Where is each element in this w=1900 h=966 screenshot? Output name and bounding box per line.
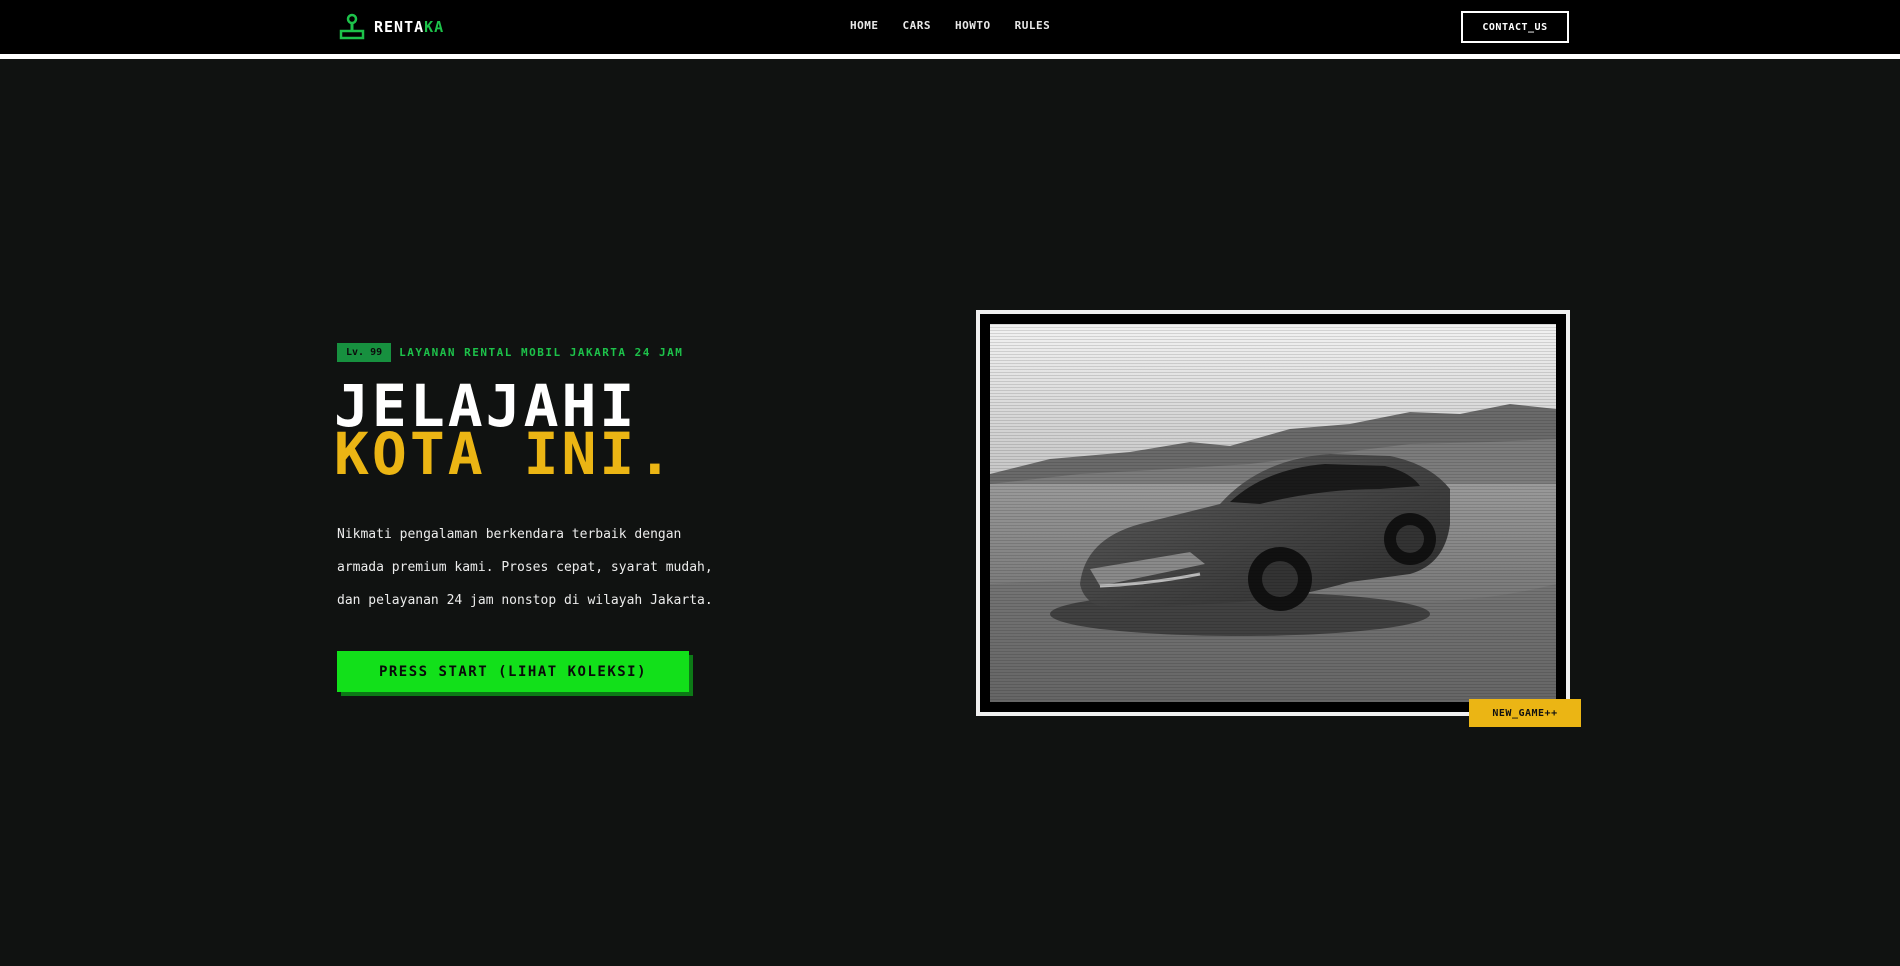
- hero-title: JELAJAHI KOTA INI.: [334, 377, 676, 488]
- brand-logo[interactable]: RENTAKA: [338, 13, 444, 41]
- nav-item-rules[interactable]: RULES: [1015, 19, 1051, 32]
- car-photo: [990, 324, 1556, 702]
- contact-us-button[interactable]: CONTACT_US: [1461, 11, 1569, 43]
- level-badge: Lv. 99: [337, 343, 392, 362]
- main-nav: HOME CARS HOWTO RULES: [850, 19, 1074, 32]
- press-start-button[interactable]: PRESS START (LIHAT KOLEKSI): [337, 651, 689, 692]
- brand-name: RENTAKA: [374, 18, 444, 36]
- joystick-icon: [339, 13, 365, 40]
- hero-description-line: armada premium kami. Proses cepat, syara…: [337, 560, 713, 575]
- new-game-badge: NEW_GAME++: [1469, 699, 1581, 727]
- nav-item-cars[interactable]: CARS: [903, 19, 932, 32]
- hero-description-line: dan pelayanan 24 jam nonstop di wilayah …: [337, 593, 713, 608]
- nav-item-howto[interactable]: HOWTO: [955, 19, 991, 32]
- brand-name-part2: KA: [424, 18, 445, 36]
- car-image-frame: [976, 310, 1570, 716]
- hero-tagline: LAYANAN RENTAL MOBIL JAKARTA 24 JAM: [399, 346, 684, 359]
- hero-badge-row: Lv. 99 LAYANAN RENTAL MOBIL JAKARTA 24 J…: [337, 343, 683, 362]
- navbar: RENTAKA HOME CARS HOWTO RULES CONTACT_US: [0, 0, 1900, 59]
- nav-item-home[interactable]: HOME: [850, 19, 879, 32]
- hero-title-line2: KOTA INI.: [334, 420, 676, 488]
- hero-description-line: Nikmati pengalaman berkendara terbaik de…: [337, 527, 682, 542]
- hero-description: Nikmati pengalaman berkendara terbaik de…: [337, 518, 757, 617]
- brand-name-part1: RENTA: [374, 18, 425, 36]
